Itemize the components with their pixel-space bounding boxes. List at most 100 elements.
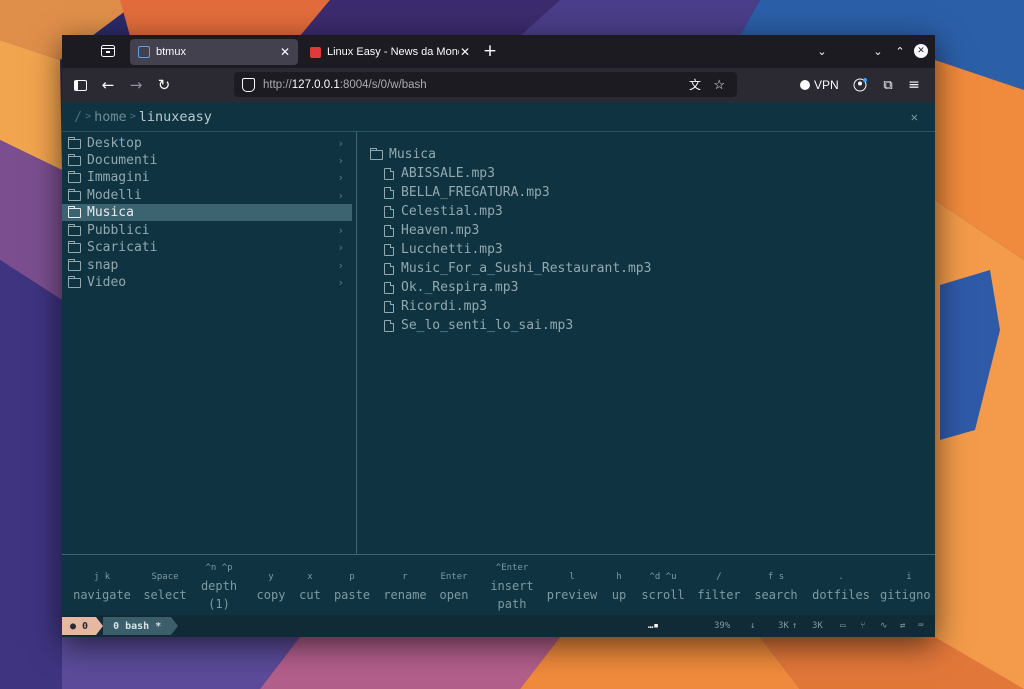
file-item[interactable]: Music_For_a_Sushi_Restaurant.mp3 [384,259,651,278]
key-hint-up: h up [606,568,632,604]
file-item[interactable]: Se_lo_senti_lo_sai.mp3 [384,316,573,335]
list-item[interactable]: snap › [62,257,352,274]
breadcrumb: / > home > linuxeasy ✕ [62,102,935,132]
file-item[interactable]: BELLA_FREGATURA.mp3 [384,183,550,202]
list-item[interactable]: Scaricati › [62,239,352,256]
breadcrumb-current[interactable]: linuxeasy [139,109,212,125]
preview-folder-name: Musica [389,147,436,162]
file-item[interactable]: Ok._Respira.mp3 [384,278,518,297]
folder-label: Modelli [87,188,142,203]
pulse-icon[interactable]: ∿ [880,621,888,631]
extensions-icon[interactable]: ⧉ [880,77,896,93]
folder-icon [68,275,81,288]
key-hint-depth: ^n ^p depth (1) [194,559,244,613]
translate-icon[interactable]: 文 [689,76,701,93]
file-item[interactable]: Ricordi.mp3 [384,297,487,316]
list-item[interactable]: Documenti › [62,152,352,169]
list-item[interactable]: Desktop › [62,135,352,152]
preview-pane: Musica ABISSALE.mp3 BELLA_FREGATURA.mp3 … [358,132,935,554]
key-desc: up [611,588,627,602]
key-label: Enter [440,572,468,582]
window-tab[interactable]: 0 bash * [103,617,172,635]
bookmark-star-icon[interactable]: ☆ [713,77,725,93]
key-hint-navigate: j k navigate [68,568,136,604]
account-icon[interactable] [852,77,868,93]
maximize-icon[interactable]: ⌃ [892,43,908,59]
key-hint-cut: x cut [294,568,326,604]
new-tab-icon[interactable]: + [482,41,498,61]
menu-icon[interactable]: ≡ [906,77,922,93]
vpn-status-icon [800,80,810,90]
folder-icon [68,240,81,253]
tab-btmux[interactable]: btmux ✕ [130,39,298,65]
directory-list: Desktop › Documenti › Immagini › Modelli › M… [62,132,357,554]
reload-icon[interactable]: ↻ [156,76,172,94]
list-item-selected[interactable]: Musica [62,204,352,221]
vpn-label: VPN [814,78,839,92]
keybinding-bar: j k navigate Space select ^n ^p depth (1) yc… [62,554,935,616]
session-indicator[interactable]: ● 0 [62,617,97,635]
key-desc: dotfiles [812,588,870,602]
terminal-area[interactable]: / > home > linuxeasy ✕ Desktop › Document… [62,102,935,637]
net-down: 3K [778,621,789,631]
tab-title: btmux [156,46,186,58]
key-label: ^d ^u [649,572,677,582]
file-name: Lucchetti.mp3 [401,242,503,257]
file-name: Se_lo_senti_lo_sai.mp3 [401,318,574,333]
chevron-right-icon: › [337,224,344,237]
upload-arrow-icon: ↑ [792,621,798,631]
download-arrow-icon: ↓ [750,621,756,631]
segment-separator [96,617,104,635]
file-name: Music_For_a_Sushi_Restaurant.mp3 [401,261,652,276]
file-item[interactable]: ABISSALE.mp3 [384,164,495,183]
list-item[interactable]: Modelli › [62,187,352,204]
forward-icon[interactable]: → [128,76,144,94]
key-label: l [569,572,575,582]
vpn-button[interactable]: VPN [800,76,839,94]
file-item[interactable]: Heaven.mp3 [384,221,479,240]
key-desc: preview [546,588,598,602]
firefox-view-icon[interactable] [100,43,116,59]
key-label: y [268,572,274,582]
breadcrumb-home[interactable]: home [94,109,127,125]
folder-icon [68,136,81,149]
close-tab-icon[interactable]: ✕ [280,45,290,59]
file-name: Ricordi.mp3 [401,299,488,314]
chevron-right-icon: › [337,171,344,184]
file-icon [384,243,394,256]
list-tabs-icon[interactable]: ⌄ [814,43,830,59]
sidebar-icon[interactable] [72,77,88,93]
list-item[interactable]: Immagini › [62,169,352,186]
navigation-bar: ← → ↻ http://127.0.0.1:8004/s/0/w/bash 文… [62,68,935,102]
list-item[interactable]: Pubblici › [62,222,352,239]
close-tab-icon[interactable]: ✕ [460,45,470,59]
folder-status-icon[interactable]: ▭ [840,621,845,631]
chevron-right-icon: › [337,189,344,202]
key-hint-open: Enter open [436,568,472,604]
file-item[interactable]: Celestial.mp3 [384,202,503,221]
file-item[interactable]: Lucchetti.mp3 [384,240,503,259]
key-desc: filter [697,588,741,602]
minimize-icon[interactable]: ⌄ [870,43,886,59]
folder-icon [370,147,383,160]
swap-icon[interactable]: ⇄ [900,621,905,631]
file-icon [384,167,394,180]
keyboard-icon[interactable]: ⌨ [918,621,923,631]
key-desc: navigate [73,588,131,602]
git-branch-icon[interactable]: ⑂ [860,621,865,631]
file-name: ABISSALE.mp3 [401,166,495,181]
list-item[interactable]: Video › [62,274,352,291]
breadcrumb-root[interactable]: / [74,109,82,125]
key-desc: cut [299,588,321,602]
key-desc: insert [490,579,534,593]
close-panel-icon[interactable]: ✕ [911,110,918,124]
terminal-icon [138,46,150,58]
close-window-icon[interactable]: ✕ [914,44,928,58]
key-desc: paste [333,588,371,602]
folder-label: Documenti [87,153,158,168]
url-path: :8004/s/0/w/bash [339,78,427,91]
url-bar[interactable]: http://127.0.0.1:8004/s/0/w/bash 文 ☆ [234,72,737,97]
tab-linuxeasy[interactable]: Linux Easy - News da Mond ✕ [302,39,472,65]
key-desc: open [439,588,469,602]
back-icon[interactable]: ← [100,76,116,94]
